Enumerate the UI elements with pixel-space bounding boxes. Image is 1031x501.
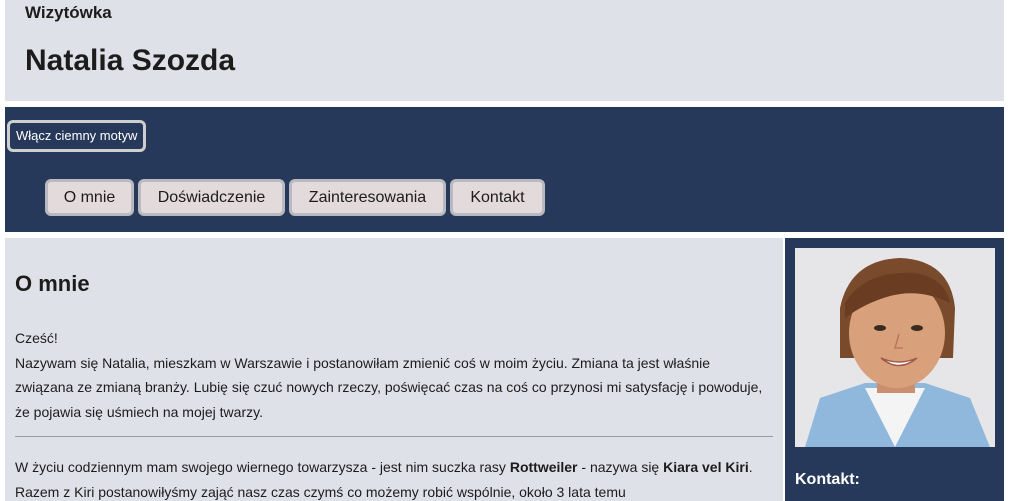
- dog-name: Kiara vel Kiri: [663, 459, 749, 475]
- intro-paragraph: Cześć! Nazywam się Natalia, mieszkam w W…: [15, 326, 765, 424]
- dog-text-a: W życiu codziennym mam swojego wiernego …: [15, 459, 510, 475]
- tab-o-mnie[interactable]: O mnie: [45, 179, 134, 216]
- dog-breed: Rottweiler: [509, 459, 578, 475]
- contact-heading: Kontakt:: [795, 471, 860, 488]
- tab-doswiadczenie[interactable]: Doświadczenie: [138, 179, 285, 216]
- sidebar: Kontakt:: [785, 238, 1004, 501]
- dog-text-c: - nazywa się: [577, 459, 664, 475]
- about-section: O mnie Cześć! Nazywam się Natalia, miesz…: [5, 238, 783, 501]
- tab-kontakt[interactable]: Kontakt: [450, 179, 545, 216]
- page-title: Natalia Szozda: [25, 44, 236, 77]
- nav-tabs: O mnie Doświadczenie Zainteresowania Kon…: [45, 179, 545, 216]
- section-heading: O mnie: [15, 271, 90, 296]
- section-divider: [15, 436, 773, 437]
- dog-paragraph: W życiu codziennym mam swojego wiernego …: [15, 455, 765, 501]
- intro-text: Nazywam się Natalia, mieszkam w Warszawi…: [15, 354, 763, 420]
- tab-zainteresowania[interactable]: Zainteresowania: [289, 179, 446, 216]
- greeting-text: Cześć!: [15, 330, 58, 346]
- profile-photo: [795, 248, 995, 447]
- navigation-bar: Włącz ciemny motyw O mnie Doświadczenie …: [5, 107, 1004, 232]
- site-label: Wizytówka: [25, 3, 112, 22]
- page-header: Wizytówka Natalia Szozda: [5, 0, 1004, 101]
- dark-theme-toggle-button[interactable]: Włącz ciemny motyw: [7, 120, 147, 152]
